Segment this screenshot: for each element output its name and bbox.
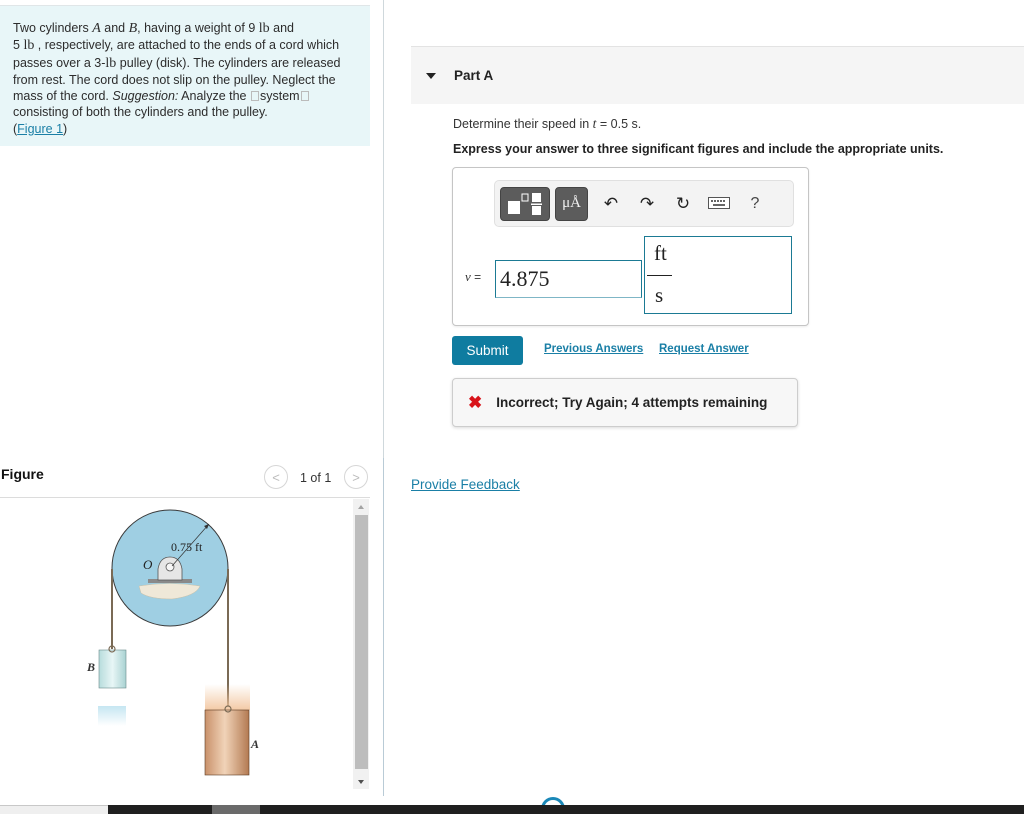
chevron-left-icon: <	[272, 469, 280, 485]
var-b: B	[128, 21, 138, 36]
figure-header: Figure < 1 of 1 >	[0, 464, 370, 498]
problem-statement: Two cylinders A and B, having a weight o…	[0, 5, 370, 146]
fraction-bar	[647, 275, 672, 276]
collapse-caret-icon[interactable]	[426, 72, 436, 79]
reset-icon[interactable]: ↻	[665, 194, 701, 214]
feedback-message: ✖ Incorrect; Try Again; 4 attempts remai…	[452, 378, 798, 427]
provide-feedback-link[interactable]: Provide Feedback	[411, 477, 520, 492]
previous-answers-link[interactable]: Previous Answers	[544, 343, 643, 355]
part-title: Part A	[454, 68, 494, 83]
templates-icon	[508, 192, 542, 215]
bottom-taskbar	[0, 805, 1024, 814]
units-button[interactable]: μÅ	[555, 186, 588, 221]
scroll-down-button[interactable]	[353, 774, 369, 789]
answer-instruction: Express your answer to three significant…	[453, 142, 944, 156]
arrow-up-icon	[358, 504, 364, 509]
redo-icon[interactable]: ↷	[629, 194, 665, 214]
cylinder-b-label: B	[86, 660, 95, 674]
figure-prev-button[interactable]: <	[264, 465, 288, 489]
cylinder-a-label: A	[250, 737, 259, 751]
submit-button[interactable]: Submit	[452, 336, 523, 365]
figure-title: Figure	[1, 466, 44, 482]
radius-label: 0.75 ft	[171, 540, 203, 554]
pulley-diagram: 0.75 ft O B A	[86, 509, 259, 776]
units-input[interactable]: ft s	[644, 236, 792, 314]
missing-glyph-icon	[250, 91, 259, 102]
figure-link[interactable]: Figure 1	[17, 122, 63, 136]
pin	[165, 562, 175, 572]
question-text: Determine their speed in t = 0.5 s.	[453, 116, 642, 131]
scroll-thumb[interactable]	[355, 515, 368, 769]
var-a: A	[92, 21, 101, 36]
incorrect-icon: ✖	[468, 393, 483, 412]
figure-scrollbar[interactable]	[353, 499, 369, 789]
figure-image: 0.75 ft O B A	[0, 499, 352, 796]
arrow-down-icon	[358, 779, 364, 784]
keyboard-button[interactable]	[701, 194, 737, 214]
taskbar-tab[interactable]	[212, 805, 260, 814]
variable-label: v =	[465, 269, 482, 284]
figure-page-count: 1 of 1	[300, 471, 332, 485]
cylinder-a	[204, 709, 250, 776]
motion-glow-b	[98, 706, 126, 726]
missing-glyph-icon	[300, 91, 309, 102]
templates-button[interactable]	[500, 186, 550, 221]
value-input[interactable]: 4.875	[495, 260, 642, 298]
center-label: O	[143, 557, 153, 572]
unit-denominator: s	[655, 283, 664, 307]
figure-next-button[interactable]: >	[344, 465, 368, 489]
undo-icon[interactable]: ↶	[593, 194, 629, 214]
taskbar-left-area	[0, 805, 108, 814]
cylinder-b	[98, 649, 127, 689]
scroll-up-button[interactable]	[353, 499, 369, 514]
answer-box: μÅ ↶ ↷ ↻ ? v = 4.875 ft s	[452, 167, 809, 326]
part-a-header[interactable]: Part A	[411, 46, 1024, 104]
panel-divider	[383, 0, 384, 458]
chevron-right-icon: >	[352, 469, 360, 485]
math-toolbar: μÅ ↶ ↷ ↻ ?	[494, 180, 794, 227]
help-button[interactable]: ?	[737, 195, 773, 213]
feedback-text: Incorrect; Try Again; 4 attempts remaini…	[496, 395, 768, 410]
request-answer-link[interactable]: Request Answer	[659, 343, 749, 355]
unit-numerator: ft	[654, 241, 667, 265]
keyboard-icon	[708, 196, 730, 209]
panel-divider-lower	[383, 458, 384, 796]
